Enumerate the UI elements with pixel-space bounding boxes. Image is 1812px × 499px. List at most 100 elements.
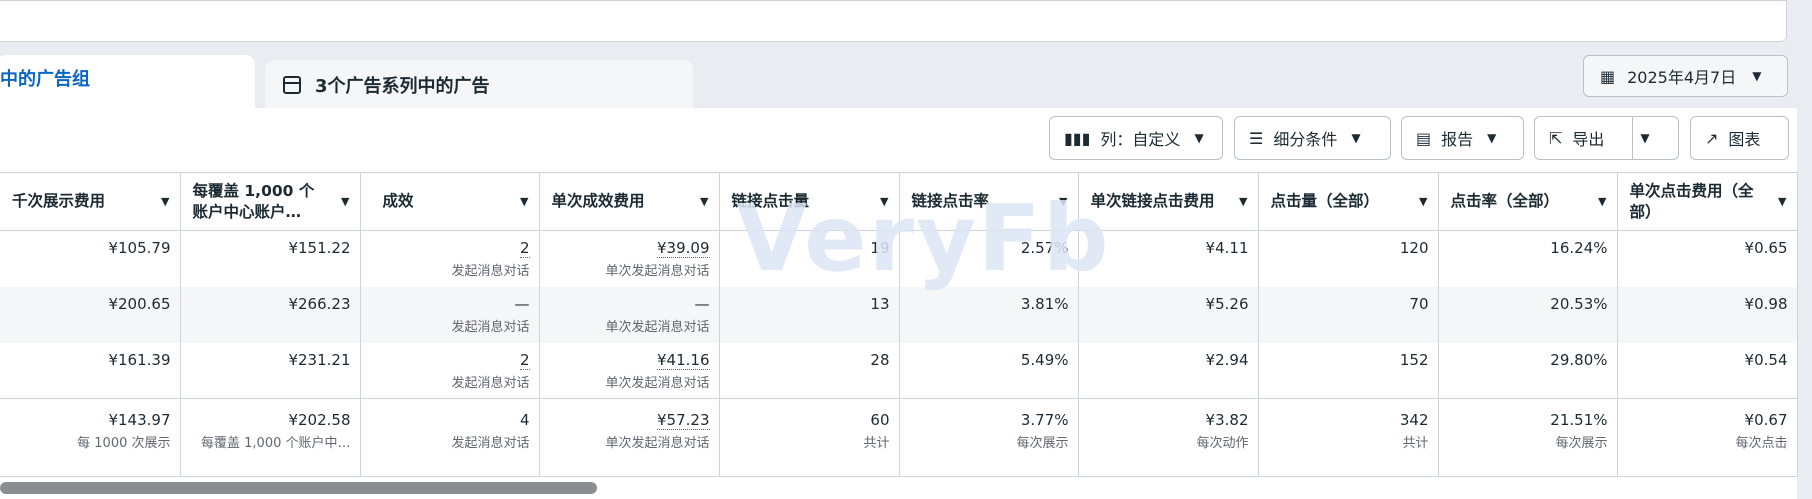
column-header-cpc-link[interactable]: 单次链接点击费用 ▼ xyxy=(1078,172,1259,231)
sort-icon[interactable]: ▼ xyxy=(520,194,528,208)
cell-cpm: ¥161.39 xyxy=(0,342,181,399)
value: ¥2.94 xyxy=(1205,350,1249,369)
columns-icon: ▮▮▮ xyxy=(1064,128,1091,148)
summary-ctr-all: 21.51% 每次展示 xyxy=(1438,398,1618,477)
column-header-ctr-link[interactable]: 链接点击率 ▼ xyxy=(899,172,1079,231)
tab-ad-sets[interactable]: 中的广告组 xyxy=(0,55,255,110)
export-button[interactable]: ⇱ 导出 ▼ xyxy=(1534,116,1679,160)
value: ¥0.54 xyxy=(1744,350,1788,369)
date-range-button[interactable]: ▦ 2025年4月7日 ▼ xyxy=(1583,55,1788,97)
chart-button[interactable]: ↗ 图表 xyxy=(1690,116,1789,160)
sort-icon[interactable]: ▼ xyxy=(341,194,349,208)
column-header-ctr-all[interactable]: 点击率（全部） ▼ xyxy=(1438,172,1618,231)
subtext: 发起消息对话 xyxy=(451,264,530,279)
sort-icon[interactable]: ▼ xyxy=(1419,194,1427,208)
column-header-results[interactable]: 成效 ▼ xyxy=(360,172,540,231)
summary-cpc-link: ¥3.82 每次动作 xyxy=(1078,398,1259,477)
cell-link-clicks: 13 xyxy=(719,286,900,343)
subtext: 单次发起消息对话 xyxy=(605,436,710,451)
cell-per-reach: ¥151.22 xyxy=(180,230,361,287)
chevron-down-icon: ▼ xyxy=(1194,131,1204,145)
column-header-link-clicks[interactable]: 链接点击量 ▼ xyxy=(719,172,900,231)
summary-clicks-all: 342 共计 xyxy=(1258,398,1439,477)
summary-cpm: ¥143.97 每 1000 次展示 xyxy=(0,398,181,477)
value: 2.57% xyxy=(1020,239,1069,257)
export-label: 导出 xyxy=(1572,130,1605,149)
cell-results: 2 发起消息对话 xyxy=(360,342,540,399)
horizontal-scrollbar-thumb[interactable] xyxy=(0,482,597,494)
value[interactable]: 2 xyxy=(519,239,530,258)
column-header-label: 单次成效费用 xyxy=(551,192,645,211)
value: 21.51% xyxy=(1550,411,1608,429)
chart-label: 图表 xyxy=(1728,130,1761,149)
report-icon: ▤ xyxy=(1416,128,1432,148)
cell-cpc-all: ¥0.65 xyxy=(1617,230,1798,287)
column-header-label: 成效 xyxy=(382,192,414,211)
column-header-clicks-all[interactable]: 点击量（全部） ▼ xyxy=(1258,172,1439,231)
tab-ads[interactable]: 3个广告系列中的广告 xyxy=(265,60,693,110)
value: ¥202.58 xyxy=(288,411,351,429)
column-header-cpm[interactable]: 千次展示费用 ▼ xyxy=(0,172,181,231)
value: ¥143.97 xyxy=(108,411,171,429)
value[interactable]: ¥39.09 xyxy=(657,239,710,258)
sort-icon[interactable]: ▼ xyxy=(1778,194,1786,208)
column-header-label: 千次展示费用 xyxy=(12,192,106,211)
subtext: 每次点击 xyxy=(1735,436,1788,451)
subtext: 发起消息对话 xyxy=(451,375,530,391)
cell-cost-per-result: ¥39.09 单次发起消息对话 xyxy=(539,230,720,287)
value: ¥105.79 xyxy=(108,239,171,257)
subtext: 单次发起消息对话 xyxy=(605,375,710,391)
cell-ctr-all: 16.24% xyxy=(1438,230,1618,287)
column-header-label: 链接点击量 xyxy=(731,192,810,211)
calendar-icon: ▦ xyxy=(1600,66,1616,86)
report-button[interactable]: ▤ 报告 ▼ xyxy=(1401,116,1524,160)
sort-icon[interactable]: ▼ xyxy=(1059,194,1067,208)
subtext: 发起消息对话 xyxy=(451,436,530,451)
table-header: 千次展示费用 ▼ 每覆盖 1,000 个账户中心账户… ▼ 成效 ▼ 单次成效费用 ▼ … xyxy=(0,172,1798,231)
cell-results: 2 发起消息对话 xyxy=(360,230,540,287)
column-header-per-reach[interactable]: 每覆盖 1,000 个账户中心账户… ▼ xyxy=(180,172,361,231)
table-row[interactable]: ¥161.39 ¥231.21 2 发起消息对话 ¥41.16 单次发起消息对话 2… xyxy=(0,342,1798,399)
sort-icon[interactable]: ▼ xyxy=(1598,194,1606,208)
search-bar[interactable] xyxy=(0,0,1787,42)
export-dropdown-icon[interactable]: ▼ xyxy=(1640,131,1649,145)
value: 16.24% xyxy=(1550,239,1608,257)
cell-per-reach: ¥231.21 xyxy=(180,342,361,399)
subtext: 共计 xyxy=(863,436,890,451)
value: 5.49% xyxy=(1020,350,1069,369)
sort-icon[interactable]: ▼ xyxy=(880,194,888,208)
cell-clicks-all: 152 xyxy=(1258,342,1439,399)
export-icon: ⇱ xyxy=(1549,128,1563,148)
columns-button[interactable]: ▮▮▮ 列：自定义 ▼ xyxy=(1049,116,1223,160)
cell-cpc-all: ¥0.98 xyxy=(1617,286,1798,343)
value[interactable]: ¥41.16 xyxy=(657,350,710,370)
value[interactable]: 2 xyxy=(519,350,530,370)
subtext: 每 1000 次展示 xyxy=(77,436,171,451)
value: — xyxy=(694,294,710,313)
table-row[interactable]: ¥105.79 ¥151.22 2 发起消息对话 ¥39.09 单次发起消息对话 1… xyxy=(0,230,1798,287)
subtext: 共计 xyxy=(1402,436,1429,451)
sort-icon[interactable]: ▼ xyxy=(1239,194,1247,208)
column-header-cost-per-result[interactable]: 单次成效费用 ▼ xyxy=(539,172,720,231)
table-row[interactable]: ¥200.65 ¥266.23 — 发起消息对话 — 单次发起消息对话 13 3.8… xyxy=(0,286,1798,343)
sort-icon[interactable]: ▼ xyxy=(161,194,169,208)
column-header-label: 每覆盖 1,000 个账户中心账户… xyxy=(192,182,315,221)
breakdown-button[interactable]: ☰ 细分条件 ▼ xyxy=(1234,116,1391,160)
chart-icon: ↗ xyxy=(1705,128,1719,148)
value: 19 xyxy=(870,239,890,257)
value: 3.77% xyxy=(1020,411,1069,429)
sort-icon[interactable]: ▼ xyxy=(700,194,708,208)
value: ¥231.21 xyxy=(288,350,351,369)
cell-link-clicks: 28 xyxy=(719,342,900,399)
cell-results: — 发起消息对话 xyxy=(360,286,540,343)
summary-ctr-link: 3.77% 每次展示 xyxy=(899,398,1079,477)
column-header-label: 点击率（全部） xyxy=(1450,192,1560,211)
value: — xyxy=(514,294,530,313)
column-header-cpc-all[interactable]: 单次点击费用（全部） ▼ xyxy=(1617,172,1798,231)
value[interactable]: ¥57.23 xyxy=(657,411,710,430)
subtext: 每覆盖 1,000 个账户中… xyxy=(201,436,351,451)
value: 152 xyxy=(1399,350,1429,369)
subtext: 每次展示 xyxy=(1555,436,1608,451)
cell-clicks-all: 70 xyxy=(1258,286,1439,343)
value: 28 xyxy=(870,350,890,369)
